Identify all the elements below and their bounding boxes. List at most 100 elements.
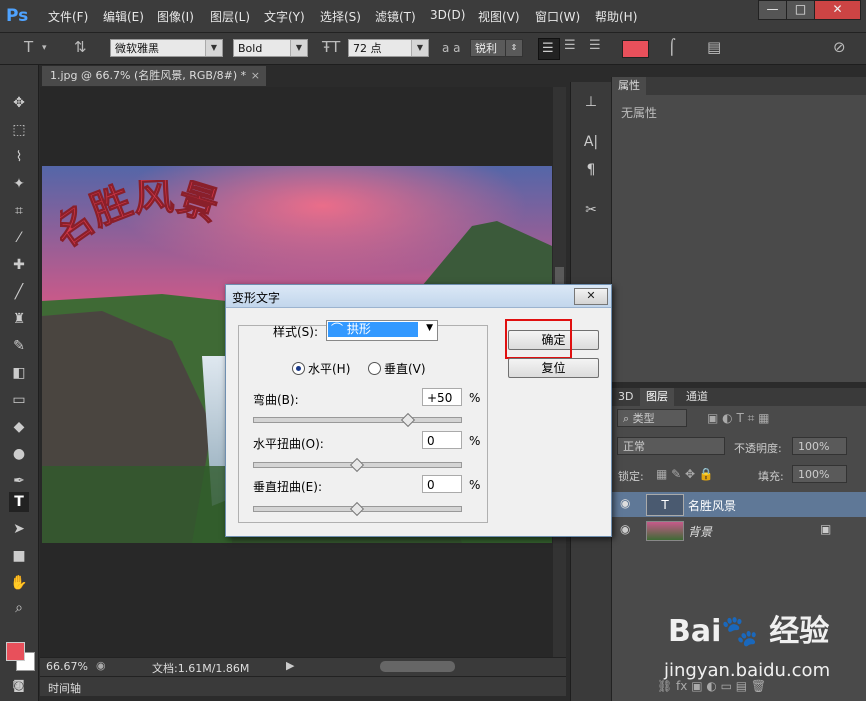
character-panel-icon[interactable]: A| <box>581 132 601 152</box>
paragraph-panel-icon[interactable]: ¶ <box>581 160 601 180</box>
font-family-select[interactable]: 微软雅黑 ▼ <box>110 39 223 57</box>
menu-select[interactable]: 选择(S) <box>320 8 361 25</box>
align-center-icon[interactable]: ☰ <box>564 38 576 53</box>
move-tool-icon[interactable]: ✥ <box>9 93 29 113</box>
menu-window[interactable]: 窗口(W) <box>535 8 580 25</box>
crop-tool-icon[interactable]: ⌗ <box>9 201 29 221</box>
reset-button[interactable]: 复位 <box>508 358 599 378</box>
layer-name: 背景 <box>688 525 713 539</box>
bend-input[interactable]: +50 <box>422 388 462 406</box>
align-right-icon[interactable]: ☰ <box>589 38 601 53</box>
screen-mode-icon[interactable]: ⊡ <box>12 678 21 691</box>
pen-tool-icon[interactable]: ✒ <box>9 471 29 491</box>
stamp-tool-icon[interactable]: ♜ <box>9 309 29 329</box>
type-tool-icon[interactable]: T <box>9 492 29 512</box>
menu-edit[interactable]: 编辑(E) <box>103 8 144 25</box>
status-arrow-icon[interactable]: ▶ <box>286 659 294 672</box>
warp-text-dialog: 变形文字 ✕ 样式(S): ⌒ 拱形 ▼ 水平(H) 垂直(V) 弯曲(B): … <box>225 284 612 537</box>
text-layer-thumbnail-icon: T <box>646 494 684 516</box>
menu-layer[interactable]: 图层(L) <box>210 8 250 25</box>
vertical-distortion-percent: % <box>469 478 481 492</box>
vertical-radio[interactable] <box>368 362 381 375</box>
eraser-tool-icon[interactable]: ◧ <box>9 363 29 383</box>
opacity-field[interactable]: 100% <box>792 437 847 455</box>
text-color-swatch[interactable] <box>622 40 649 58</box>
layer-row-text[interactable]: ◉ T 名胜风景 <box>612 492 866 517</box>
style-value: 拱形 <box>346 322 371 336</box>
toggle-orientation-icon[interactable]: ⇅ <box>74 38 87 56</box>
layer-name: 名胜风景 <box>688 499 737 513</box>
vertical-distortion-input[interactable]: 0 <box>422 475 462 493</box>
layer-row-background[interactable]: ◉ 背景 ▣ <box>612 518 866 543</box>
close-tab-icon[interactable]: × <box>251 66 260 86</box>
style-label: 样式(S): <box>273 325 319 339</box>
layer-filter-select[interactable]: ⌕ 类型 <box>617 409 687 427</box>
dialog-close-button[interactable]: ✕ <box>574 288 608 305</box>
layer-bottom-icons[interactable]: ⛓ fx ▣ ◐ ▭ ▤ 🗑 <box>657 679 766 693</box>
horizontal-distortion-input[interactable]: 0 <box>422 431 462 449</box>
blur-tool-icon[interactable]: ◆ <box>9 417 29 437</box>
bend-slider[interactable] <box>253 417 462 423</box>
eye-icon[interactable]: ◉ <box>620 496 630 510</box>
history-brush-icon[interactable]: ✎ <box>9 336 29 356</box>
rectangle-tool-icon[interactable]: ■ <box>9 546 29 566</box>
align-left-button[interactable]: ☰ <box>538 38 560 60</box>
filter-icons[interactable]: ▣ ◐ T ⌗ ▦ <box>707 411 770 426</box>
minimize-button[interactable]: — <box>758 0 787 20</box>
fill-field[interactable]: 100% <box>792 465 847 483</box>
eye-icon[interactable]: ◉ <box>620 522 630 536</box>
path-selection-icon[interactable]: ➤ <box>9 519 29 539</box>
blend-mode-select[interactable]: 正常 <box>617 437 725 455</box>
maximize-button[interactable]: □ <box>786 0 815 20</box>
antialias-select[interactable]: 锐利 ⇕ <box>470 39 523 57</box>
marquee-tool-icon[interactable]: ⬚ <box>9 120 29 140</box>
font-size-select[interactable]: 72 点 ▼ <box>348 39 429 57</box>
timeline-tab[interactable]: 时间轴 <box>48 680 81 696</box>
tools-preset-icon[interactable]: ✂ <box>581 200 601 220</box>
tab-channels[interactable]: 通道 <box>680 388 714 406</box>
vertical-label[interactable]: 垂直(V) <box>384 360 426 377</box>
cancel-icon[interactable]: ⊘ <box>833 38 846 56</box>
menu-view[interactable]: 视图(V) <box>478 8 520 25</box>
document-tab-title: 1.jpg @ 66.7% (名胜风景, RGB/8#) * <box>50 69 247 82</box>
font-style-select[interactable]: Bold ▼ <box>233 39 308 57</box>
lasso-tool-icon[interactable]: ⌇ <box>9 147 29 167</box>
lock-icons[interactable]: ▦ ✎ ✥ 🔒 <box>656 467 714 481</box>
watermark-url: jingyan.baidu.com <box>664 660 831 681</box>
horizontal-scroll-thumb[interactable] <box>380 661 455 672</box>
character-panel-icon[interactable]: ▤ <box>707 38 721 56</box>
zoom-level[interactable]: 66.67% <box>46 660 88 673</box>
gradient-tool-icon[interactable]: ▭ <box>9 390 29 410</box>
foreground-color-swatch[interactable] <box>6 642 25 661</box>
status-menu-icon[interactable]: ◉ <box>96 659 106 672</box>
font-style-value: Bold <box>238 42 263 55</box>
menu-image[interactable]: 图像(I) <box>157 8 194 25</box>
properties-tab[interactable]: 属性 <box>612 77 646 95</box>
document-size: 文档:1.61M/1.86M <box>152 662 250 675</box>
eyedropper-icon[interactable]: ⁄ <box>9 228 29 248</box>
menu-help[interactable]: 帮助(H) <box>595 8 637 25</box>
close-button[interactable]: ✕ <box>814 0 861 20</box>
layer-filter-value: 类型 <box>632 412 655 425</box>
warp-text-icon[interactable]: ⌠ <box>668 38 676 56</box>
dodge-tool-icon[interactable]: ● <box>9 444 29 464</box>
style-select[interactable]: ⌒ 拱形 ▼ <box>326 320 438 341</box>
healing-brush-icon[interactable]: ✚ <box>9 255 29 275</box>
hand-tool-icon[interactable]: ✋ <box>9 573 29 593</box>
brush-tool-icon[interactable]: ╱ <box>9 282 29 302</box>
dialog-titlebar[interactable]: 变形文字 ✕ <box>226 285 611 308</box>
magic-wand-icon[interactable]: ✦ <box>9 174 29 194</box>
menu-filter[interactable]: 滤镜(T) <box>375 8 416 25</box>
horizontal-radio[interactable] <box>292 362 305 375</box>
menu-file[interactable]: 文件(F) <box>48 8 88 25</box>
type-tool-preset-icon[interactable]: T <box>24 38 33 56</box>
horizontal-label[interactable]: 水平(H) <box>308 360 350 377</box>
document-tab[interactable]: 1.jpg @ 66.7% (名胜风景, RGB/8#) * × <box>42 66 266 86</box>
menu-type[interactable]: 文字(Y) <box>264 8 305 25</box>
zoom-tool-icon[interactable]: ⌕ <box>9 598 29 618</box>
tab-3d[interactable]: 3D <box>612 388 639 406</box>
preset-dropdown-arrow-icon[interactable]: ▾ <box>42 43 47 53</box>
menu-3d[interactable]: 3D(D) <box>430 8 465 22</box>
tab-layers[interactable]: 图层 <box>640 388 674 406</box>
history-panel-icon[interactable]: ⊥ <box>581 92 601 112</box>
